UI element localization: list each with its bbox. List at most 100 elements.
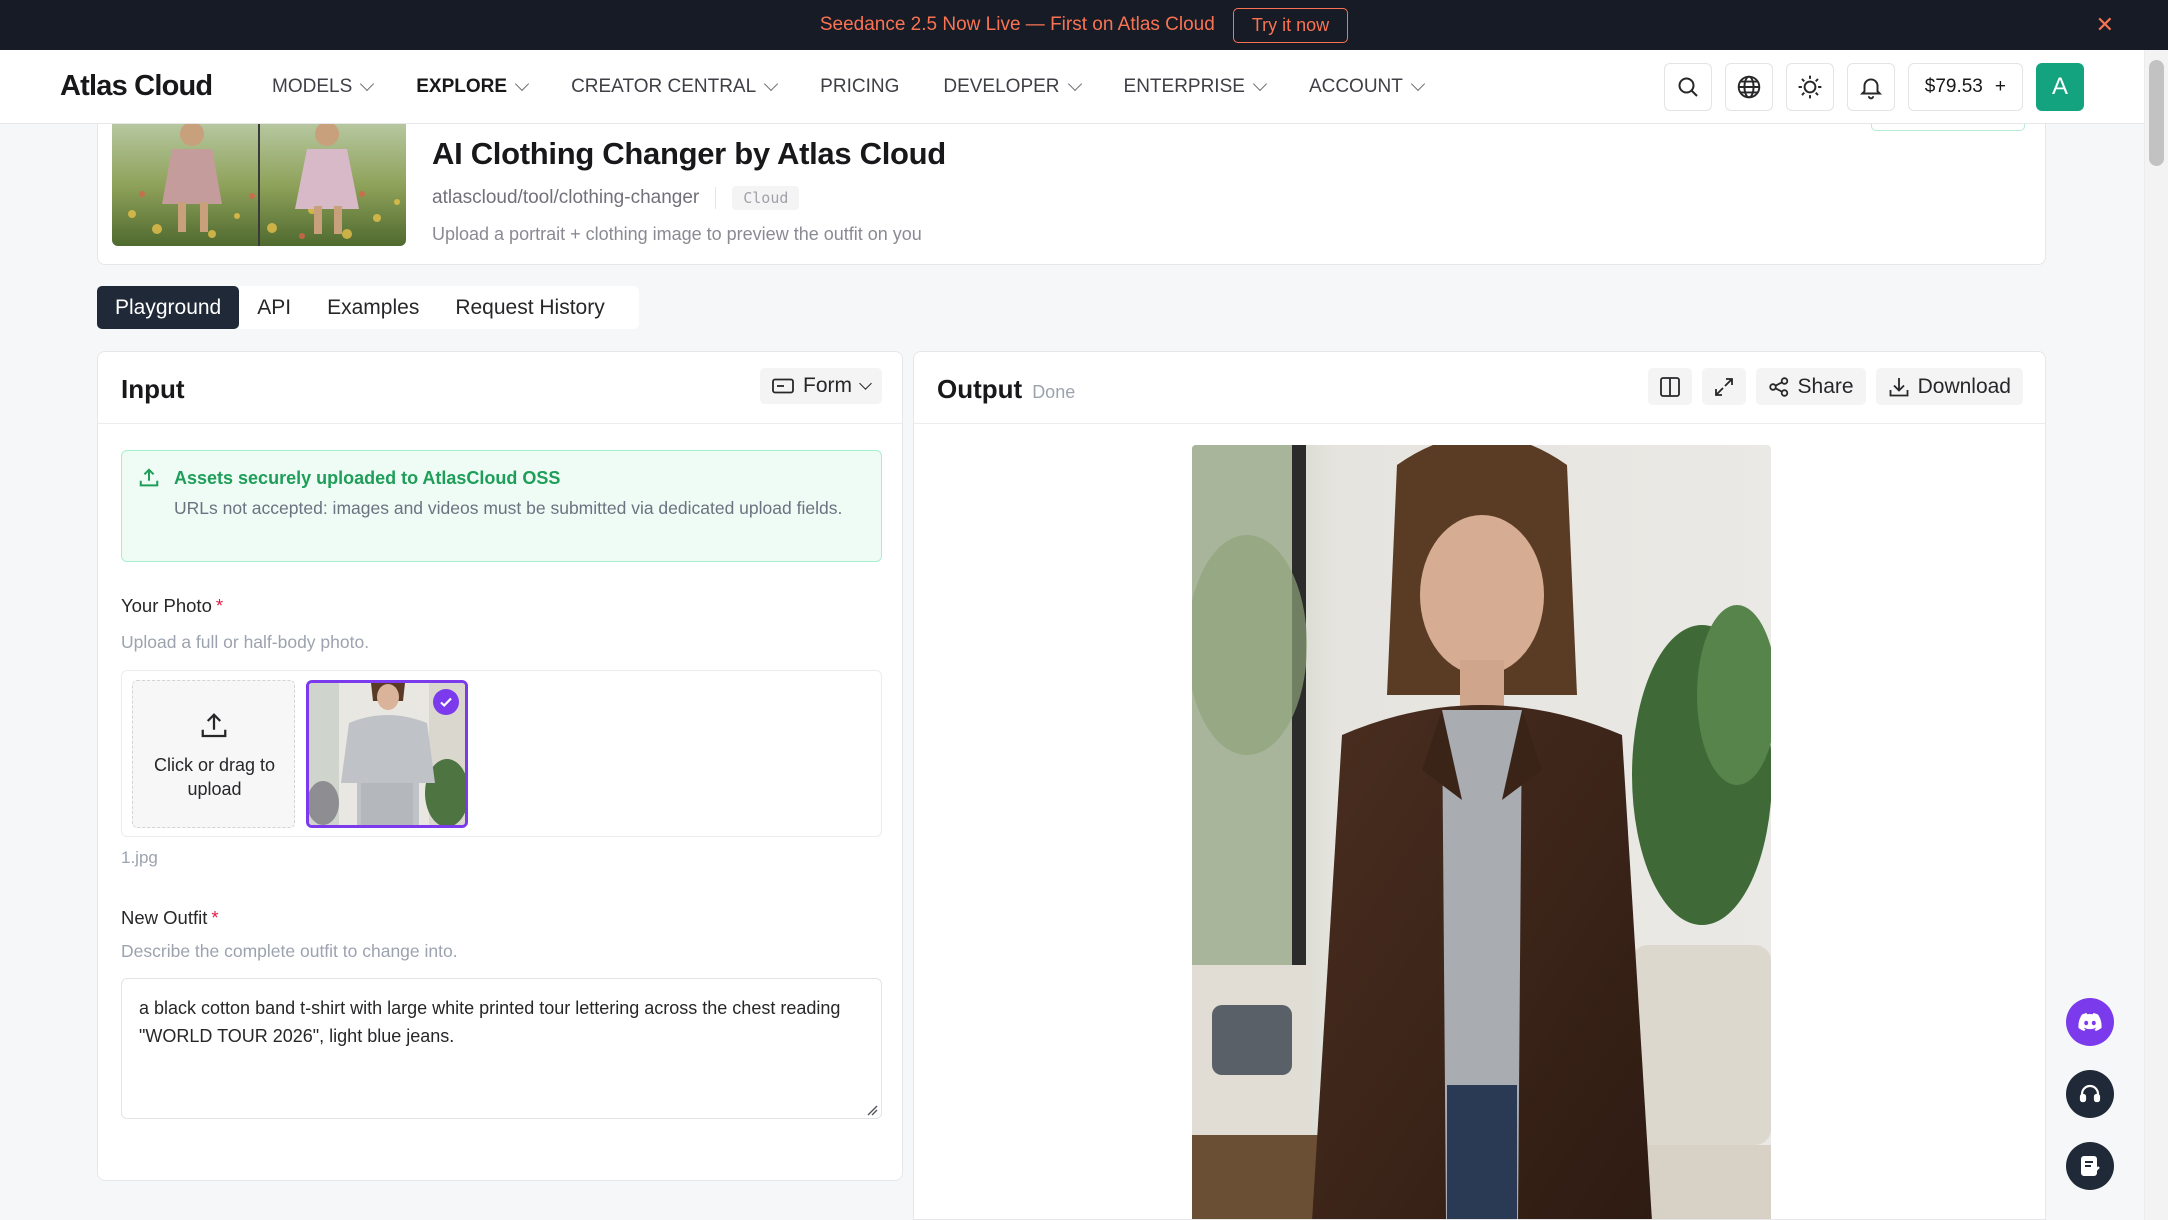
download-label: Download [1917,374,2011,398]
required-mark: * [215,595,224,616]
input-panel-header: Input Form [98,352,902,424]
menu-explore[interactable]: EXPLORE [416,76,530,98]
tab-playground[interactable]: Playground [97,286,240,329]
language-button[interactable] [1724,63,1773,111]
balance-button[interactable]: $79.53 + [1907,63,2023,111]
try-it-now-button[interactable]: Try it now [1232,7,1349,43]
bell-icon [1859,78,1882,100]
photo-upload-area: Click or drag to upload [121,670,882,837]
chevron-down-icon [1252,76,1268,92]
expand-icon [1714,377,1733,396]
share-button[interactable]: Share [1755,368,1866,405]
expand-button[interactable] [1701,368,1746,405]
menu-label: EXPLORE [416,76,508,97]
close-icon[interactable]: ✕ [2096,13,2114,37]
chevron-down-icon [764,76,779,92]
chevron-down-icon [514,76,530,92]
output-image[interactable] [1192,445,1771,1219]
menu-label: DEVELOPER [943,76,1060,97]
outfit-field-help: Describe the complete outfit to change i… [121,941,458,961]
menu-label: ACCOUNT [1308,76,1403,97]
balance-amount: $79.53 [1924,76,1983,97]
share-label: Share [1797,374,1854,398]
discord-icon [2078,1013,2102,1031]
top-nav: Atlas Cloud MODELS EXPLORE CREATOR CENTR… [0,50,2144,124]
scrollbar-thumb[interactable] [2149,60,2164,166]
menu-label: PRICING [820,76,900,97]
menu-pricing[interactable]: PRICING [820,76,899,98]
main-menu: MODELS EXPLORE CREATOR CENTRAL PRICING D… [272,50,1425,124]
header-action-edge[interactable] [1871,124,2025,131]
model-thumbnail [112,124,406,246]
support-button[interactable] [2066,1070,2114,1118]
model-path: atlascloud/tool/clothing-changer [432,187,700,208]
upload-icon [139,468,159,487]
output-title: Output Done [937,374,1075,405]
search-icon [1678,77,1698,97]
headset-icon [2079,1084,2101,1103]
columns-icon [1659,376,1680,397]
output-actions: Share Download [1647,368,2023,405]
uploaded-file-name: 1.jpg [121,848,158,867]
announcement-bar: Seedance 2.5 Now Live — First on Atlas C… [0,0,2168,50]
tab-bar: Playground API Examples Request History [97,286,639,329]
menu-account[interactable]: ACCOUNT [1308,76,1425,98]
upload-dropzone[interactable]: Click or drag to upload [132,680,295,828]
notice-title: Assets securely uploaded to AtlasCloud O… [174,468,561,488]
sun-icon [1798,75,1822,99]
notice-text: URLs not accepted: images and videos mus… [174,498,843,518]
theme-toggle-button[interactable] [1785,63,1834,111]
upload-notice: Assets securely uploaded to AtlasCloud O… [121,450,882,562]
feedback-button[interactable] [2066,1142,2114,1190]
form-mode-label: Form [803,374,852,397]
resize-handle-icon[interactable] [866,1104,878,1116]
download-button[interactable]: Download [1875,368,2023,405]
form-mode-button[interactable]: Form [760,368,882,404]
globe-icon [1737,75,1761,99]
tab-api[interactable]: API [239,286,309,329]
chevron-down-icon [1067,76,1082,92]
input-panel: Input Form Assets securely uploaded to A… [97,351,903,1181]
outfit-textarea[interactable]: a black cotton band t-shirt with large w… [121,978,882,1119]
cloud-badge: Cloud [732,186,800,210]
logo[interactable]: Atlas Cloud [60,70,213,103]
model-header: AI Clothing Changer by Atlas Cloud atlas… [97,124,2046,265]
menu-label: ENTERPRISE [1123,76,1245,97]
page-scrollbar[interactable] [2144,50,2168,1220]
required-mark: * [211,907,219,928]
check-icon [433,689,459,715]
search-button[interactable] [1663,63,1712,111]
chevron-down-icon [859,376,872,390]
photo-label-text: Your Photo [121,595,212,616]
upload-text: Click or drag to upload [153,755,276,799]
menu-creator-central[interactable]: CREATOR CENTRAL [571,76,779,98]
model-description: Upload a portrait + clothing image to pr… [432,224,922,244]
announcement-text: Seedance 2.5 Now Live — First on Atlas C… [819,14,1215,35]
output-panel: Output Done Share Download [913,351,2046,1220]
uploaded-photo-thumbnail[interactable] [306,680,468,828]
divider [715,187,717,209]
form-icon [772,378,794,394]
tab-request-history[interactable]: Request History [437,286,622,329]
photo-field-label: Your Photo * [121,595,223,617]
add-funds-icon: + [1994,76,2006,97]
nav-actions: $79.53 + A [1663,63,2084,111]
tab-examples[interactable]: Examples [309,286,437,329]
share-icon [1768,376,1788,397]
photo-field-help: Upload a full or half-body photo. [121,632,370,652]
feedback-icon [2081,1156,2100,1176]
output-panel-header: Output Done Share Download [914,352,2045,424]
avatar[interactable]: A [2036,63,2084,111]
outfit-label-text: New Outfit [121,907,208,928]
discord-button[interactable] [2066,998,2114,1046]
notifications-button[interactable] [1846,63,1895,111]
menu-enterprise[interactable]: ENTERPRISE [1123,76,1268,98]
menu-developer[interactable]: DEVELOPER [943,76,1082,98]
chevron-down-icon [360,76,375,92]
page-title: AI Clothing Changer by Atlas Cloud [432,136,946,171]
compare-button[interactable] [1647,368,1692,405]
model-path-row: atlascloud/tool/clothing-changer Cloud [432,186,800,210]
menu-label: CREATOR CENTRAL [571,76,757,97]
input-panel-footer [98,1180,903,1181]
menu-models[interactable]: MODELS [272,76,375,98]
